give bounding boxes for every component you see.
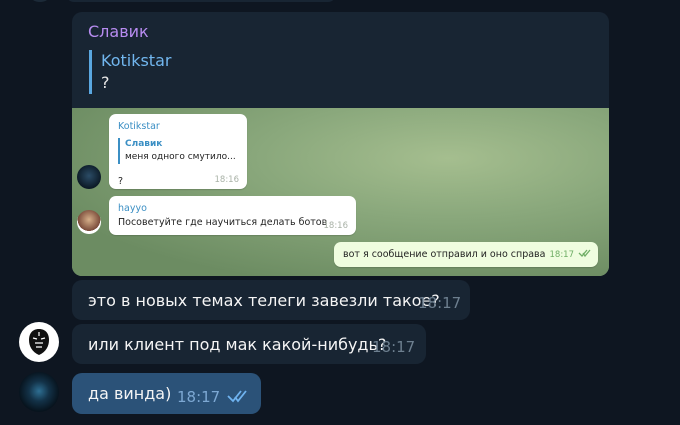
message-time: 18:17	[372, 338, 416, 356]
avatar	[77, 165, 101, 189]
image-message-time: 18:17	[549, 250, 575, 260]
image-message-bubble: hayyo Посоветуйте где научиться делать б…	[109, 196, 356, 235]
image-sender-name: Kotikstar	[118, 121, 160, 132]
image-message-time: 18:16	[323, 221, 349, 231]
image-message-text: Посоветуйте где научиться делать ботов	[118, 217, 328, 228]
message-text: это в новых темах телеги завезли такое?	[88, 291, 440, 310]
message-text: да винда)	[88, 384, 172, 403]
image-reply-quote: Славик меня одного смутило...	[118, 138, 236, 164]
message-text: или клиент под мак какой-нибудь?	[88, 335, 387, 354]
outgoing-message-bubble[interactable]: да винда) 18:17	[72, 373, 261, 414]
attached-screenshot-image[interactable]: Kotikstar Славик меня одного смутило... …	[72, 108, 609, 276]
avatar[interactable]	[19, 372, 59, 412]
message-bubble[interactable]: или клиент под мак какой-нибудь? 18:17	[72, 324, 426, 364]
image-reply-author: Славик	[125, 139, 163, 149]
double-check-icon	[578, 249, 591, 258]
message-time: 18:17	[418, 294, 462, 312]
image-message-time: 18:16	[214, 175, 240, 185]
image-reply-text: меня одного смутило...	[125, 152, 236, 162]
message-time: 18:17	[177, 388, 221, 406]
sender-name[interactable]: Славик	[88, 22, 149, 41]
message-bubble[interactable]: это в новых темах телеги завезли такое? …	[72, 280, 470, 320]
double-check-icon	[227, 390, 247, 403]
avatar[interactable]	[30, 0, 50, 2]
reply-author: Kotikstar	[101, 51, 172, 70]
image-outgoing-bubble: вот я сообщение отправил и оно справа 18…	[334, 242, 598, 267]
avatar	[77, 210, 101, 234]
image-message-text: ?	[118, 176, 124, 187]
image-sender-name: hayyo	[118, 203, 147, 214]
avatar[interactable]	[19, 322, 59, 362]
reply-quote[interactable]: Kotikstar ?	[89, 50, 171, 94]
message-bubble-forwarded-screenshot[interactable]: Славик Kotikstar ? Kotikstar Славик меня…	[72, 12, 609, 276]
reply-text: ?	[101, 73, 110, 92]
image-message-bubble: Kotikstar Славик меня одного смутило... …	[109, 114, 247, 189]
previous-message-bubble	[66, 0, 336, 2]
mask-avatar-icon	[29, 329, 49, 355]
image-message-text: вот я сообщение отправил и оно справа	[343, 249, 546, 260]
